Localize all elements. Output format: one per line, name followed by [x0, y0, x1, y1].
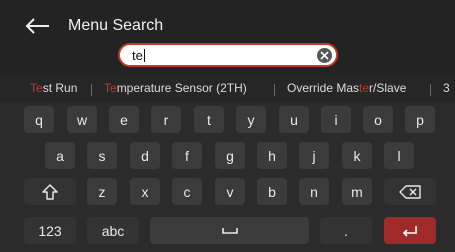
back-button[interactable]	[22, 13, 54, 39]
search-input[interactable]: te	[118, 43, 338, 67]
key-c[interactable]: c	[172, 178, 202, 205]
abc-key[interactable]: abc	[87, 217, 139, 244]
search-value: te	[132, 49, 145, 63]
shift-arrow-icon	[42, 183, 58, 200]
space-key[interactable]	[150, 217, 309, 244]
suggestion-bar: Test Run Temperature Sensor (2TH) Overri…	[0, 76, 455, 102]
key-d[interactable]: d	[130, 142, 160, 169]
key-y[interactable]: y	[236, 106, 266, 133]
suggestion-item[interactable]: Test Run	[30, 81, 77, 95]
key-u[interactable]: u	[279, 106, 309, 133]
suggestion-post: mperature Sensor (2TH)	[116, 81, 247, 95]
numbers-key[interactable]: 123	[24, 217, 76, 244]
key-p[interactable]: p	[405, 106, 435, 133]
suggestion-divider	[430, 84, 431, 96]
key-z[interactable]: z	[87, 178, 117, 205]
suggestion-match: te	[359, 81, 370, 95]
key-q[interactable]: q	[24, 106, 54, 133]
period-key[interactable]: .	[320, 217, 372, 244]
key-j[interactable]: j	[299, 142, 329, 169]
suggestion-pre: Override Mas	[287, 81, 360, 95]
arrow-left-icon	[25, 18, 49, 34]
key-e[interactable]: e	[109, 106, 139, 133]
key-k[interactable]: k	[342, 142, 372, 169]
close-icon	[320, 51, 329, 60]
key-x[interactable]: x	[130, 178, 160, 205]
key-t[interactable]: t	[194, 106, 224, 133]
key-g[interactable]: g	[215, 142, 245, 169]
suggestion-post: r/Slave	[369, 81, 407, 95]
suggestion-match: Te	[104, 81, 117, 95]
key-s[interactable]: s	[87, 142, 117, 169]
key-w[interactable]: w	[67, 106, 97, 133]
page-title: Menu Search	[68, 17, 164, 34]
clear-search-button[interactable]	[317, 48, 332, 63]
suggestion-post: st Run	[42, 81, 78, 95]
backspace-icon	[399, 184, 421, 199]
suggestion-item[interactable]: 3	[443, 81, 450, 95]
enter-key[interactable]	[384, 217, 436, 244]
suggestion-pre: 3	[443, 81, 450, 95]
key-m[interactable]: m	[342, 178, 372, 205]
suggestion-divider	[91, 84, 92, 96]
suggestion-item[interactable]: Override Master/Slave	[287, 81, 406, 95]
text-caret	[143, 49, 145, 62]
shift-key[interactable]	[24, 178, 76, 205]
backspace-key[interactable]	[384, 178, 436, 205]
suggestion-item[interactable]: Temperature Sensor (2TH)	[104, 81, 247, 95]
key-h[interactable]: h	[257, 142, 287, 169]
key-l[interactable]: l	[384, 142, 414, 169]
enter-return-icon	[402, 225, 417, 237]
key-i[interactable]: i	[321, 106, 351, 133]
space-bar-icon	[221, 227, 238, 234]
search-value-text: te	[132, 48, 143, 63]
key-n[interactable]: n	[299, 178, 329, 205]
key-b[interactable]: b	[257, 178, 287, 205]
key-o[interactable]: o	[363, 106, 393, 133]
suggestion-match: Te	[30, 81, 43, 95]
key-f[interactable]: f	[172, 142, 202, 169]
header-bar: Menu Search te	[0, 0, 455, 76]
suggestion-divider	[274, 84, 275, 96]
key-v[interactable]: v	[215, 178, 245, 205]
key-a[interactable]: a	[45, 142, 75, 169]
key-r[interactable]: r	[151, 106, 181, 133]
